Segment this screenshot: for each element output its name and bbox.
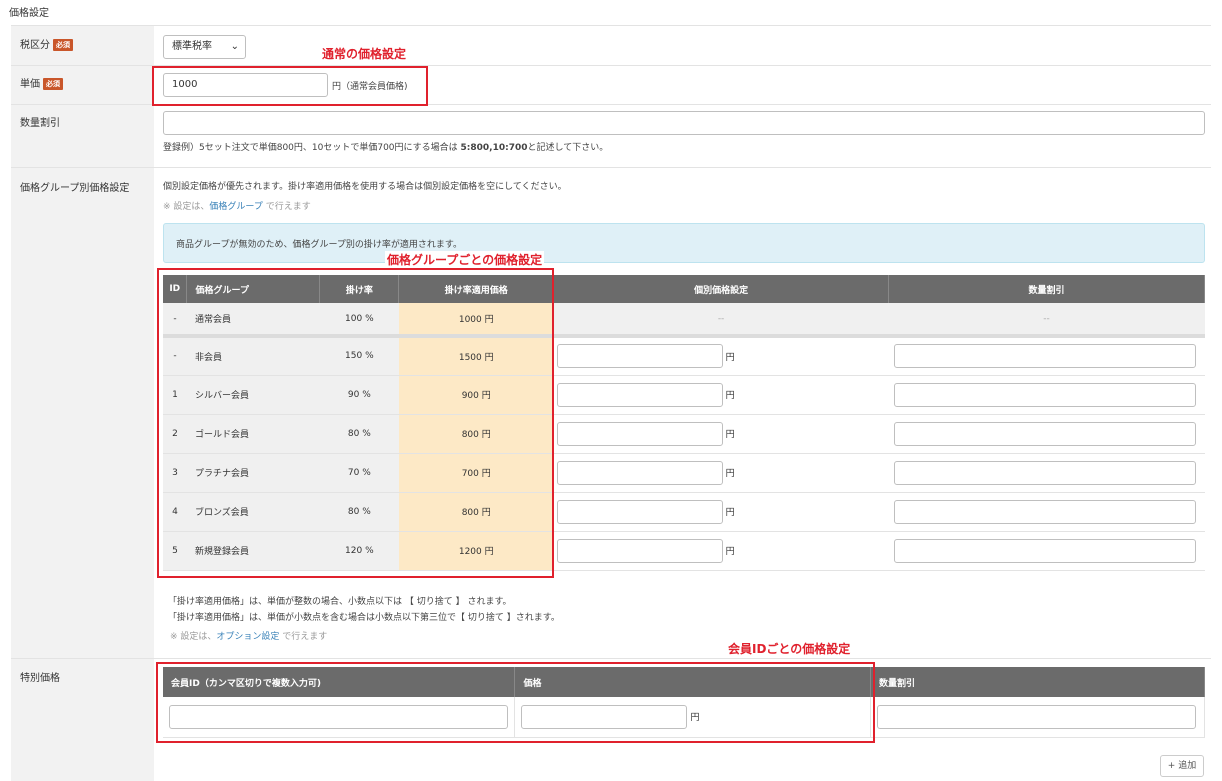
- divider: [11, 25, 1211, 26]
- row-qty: [888, 492, 1205, 532]
- example-prefix: 登録例）5セット注文で単価800円、10セットで単価700円にする場合は: [163, 143, 461, 153]
- row-qty: [888, 336, 1205, 376]
- option-note: ※ 設定は、オプション設定 で行えます: [170, 629, 327, 642]
- annotation-box-normal: [152, 66, 428, 106]
- row-qty: [888, 453, 1205, 493]
- individual-price-input[interactable]: [556, 538, 723, 563]
- group-pricing-desc: 個別設定価格が優先されます。掛け率適用価格を使用する場合は個別設定価格を空にして…: [163, 182, 567, 192]
- unit-price-label-wrap: 単価 必須: [20, 75, 63, 90]
- footnote-2: 「掛け率適用価格」は、単価が小数点を含む場合は小数点以下第三位で【 切り捨て 】…: [168, 613, 560, 623]
- row-qty: [888, 531, 1205, 571]
- col-individual: 個別価格設定: [553, 275, 889, 303]
- annotation-member-price: 会員IDごとの価格設定: [728, 642, 851, 656]
- divider: [11, 658, 1211, 659]
- qty-discount-cell-input[interactable]: [894, 499, 1197, 524]
- divider: [11, 167, 1211, 168]
- price-group-link[interactable]: 価格グループ: [209, 202, 262, 212]
- row-individual: 円: [553, 375, 889, 415]
- yen-unit: 円: [725, 469, 735, 479]
- example-suffix: と記述して下さい。: [527, 143, 609, 153]
- row-individual: --: [553, 303, 889, 338]
- row-qty: --: [888, 303, 1205, 338]
- chevron-down-icon: ⌄: [230, 41, 239, 52]
- yen-unit: 円: [725, 508, 735, 518]
- col-qty: 数量割引: [870, 667, 1205, 697]
- qty-discount-input[interactable]: [163, 111, 1205, 135]
- yen-unit: 円: [725, 391, 735, 401]
- note-prefix: ※ 設定は、: [170, 632, 217, 642]
- section-title: 価格設定: [9, 8, 49, 19]
- tax-select-value: 標準税率: [172, 41, 212, 52]
- group-pricing-note: ※ 設定は、価格グループ で行えます: [163, 199, 311, 212]
- example-bold: 5:800,10:700: [460, 143, 528, 153]
- individual-price-input[interactable]: [556, 344, 723, 369]
- row-qty: [888, 375, 1205, 415]
- row-individual: 円: [553, 336, 889, 376]
- qty-discount-cell-input[interactable]: [894, 382, 1197, 407]
- special-price-label: 特別価格: [20, 673, 60, 684]
- note-suffix: で行えます: [265, 202, 311, 212]
- annotation-normal-price: 通常の価格設定: [322, 47, 407, 61]
- special-qty-input[interactable]: [877, 704, 1196, 729]
- annotation-box-group: [157, 268, 554, 578]
- individual-price-input[interactable]: [556, 460, 723, 485]
- tax-select[interactable]: 標準税率 ⌄: [163, 35, 246, 59]
- individual-price-input[interactable]: [556, 421, 723, 446]
- qty-discount-label: 数量割引: [20, 118, 60, 129]
- qty-discount-cell-input[interactable]: [894, 421, 1197, 446]
- required-badge: 必須: [53, 39, 73, 51]
- note-suffix: で行えます: [282, 632, 328, 642]
- yen-unit: 円: [725, 430, 735, 440]
- label-column: [11, 26, 154, 781]
- tax-label-wrap: 税区分 必須: [20, 36, 73, 51]
- required-badge: 必須: [43, 78, 63, 90]
- row-individual: 円: [553, 492, 889, 532]
- qty-discount-cell-input[interactable]: [894, 538, 1197, 563]
- annotation-group-price: 価格グループごとの価格設定: [385, 251, 545, 268]
- row-individual: 円: [553, 414, 889, 454]
- annotation-box-member: [156, 662, 875, 743]
- qty-cell: [870, 697, 1205, 738]
- individual-price-input[interactable]: [556, 382, 723, 407]
- unit-price-label: 単価: [20, 79, 40, 90]
- row-qty: [888, 414, 1205, 454]
- tax-label: 税区分: [20, 40, 50, 51]
- row-individual: 円: [553, 531, 889, 571]
- footnote-1: 「掛け率適用価格」は、単価が整数の場合、小数点以下は 【 切り捨て 】 されます…: [168, 597, 512, 607]
- group-pricing-label: 価格グループ別価格設定: [20, 183, 130, 194]
- add-button[interactable]: + 追加: [1160, 755, 1204, 777]
- qty-discount-cell-input[interactable]: [894, 344, 1197, 369]
- row-individual: 円: [553, 453, 889, 493]
- note-prefix: ※ 設定は、: [163, 202, 210, 212]
- qty-discount-example: 登録例）5セット注文で単価800円、10セットで単価700円にする場合は 5:8…: [163, 140, 608, 153]
- option-settings-link[interactable]: オプション設定: [216, 632, 279, 642]
- qty-discount-cell-input[interactable]: [894, 460, 1197, 485]
- info-alert: 商品グループが無効のため、価格グループ別の掛け率が適用されます。: [163, 223, 1205, 263]
- yen-unit: 円: [725, 352, 735, 363]
- yen-unit: 円: [725, 547, 735, 557]
- individual-price-input[interactable]: [556, 499, 723, 524]
- col-qty: 数量割引: [888, 275, 1206, 303]
